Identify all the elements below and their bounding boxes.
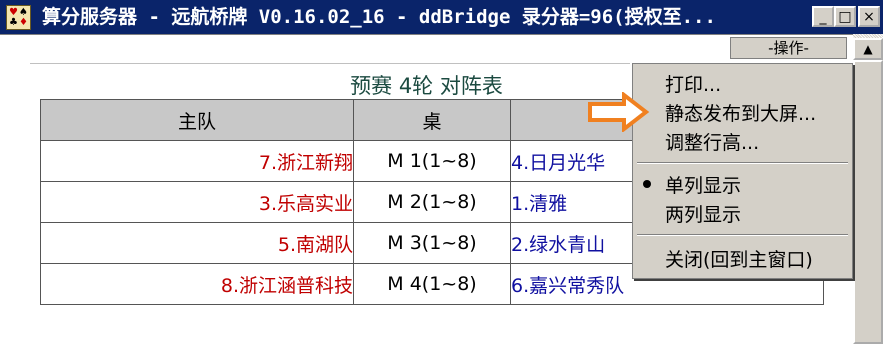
header-home: 主队: [40, 99, 354, 141]
scroll-up-icon: ▲: [863, 42, 873, 56]
vertical-scrollbar[interactable]: ▲: [853, 34, 883, 344]
menu-item-single-column[interactable]: 单列显示: [665, 171, 741, 198]
close-icon: ×: [863, 8, 875, 25]
minimize-icon: _: [819, 8, 827, 25]
window-title: 算分服务器 - 远航桥牌 V0.16.02_16 - ddBridge 录分器=…: [42, 6, 716, 28]
menu-separator: [637, 234, 848, 236]
home-team-cell: 7.浙江新翔: [40, 140, 354, 182]
scroll-up-button[interactable]: ▲: [853, 38, 883, 60]
app-icon[interactable]: ♥ ♠ ♣ ♦: [6, 5, 31, 30]
table-number-cell: M 3(1~8): [353, 222, 511, 264]
scrollbar-thumb[interactable]: [853, 60, 883, 344]
menu-item-close-return[interactable]: 关闭(回到主窗口): [665, 245, 813, 272]
close-button[interactable]: ×: [858, 6, 880, 27]
home-team-cell: 3.乐高实业: [40, 181, 354, 223]
maximize-icon: □: [838, 8, 852, 25]
table-number-cell: M 1(1~8): [353, 140, 511, 182]
divider: [30, 63, 630, 64]
operations-menu-button[interactable]: -操作-: [730, 37, 847, 59]
title-bar: ♥ ♠ ♣ ♦ 算分服务器 - 远航桥牌 V0.16.02_16 - ddBridg…: [0, 0, 883, 34]
minimize-button[interactable]: _: [812, 6, 834, 27]
header-table: 桌: [353, 99, 511, 141]
annotation-arrow-icon: [588, 92, 650, 132]
menu-item-publish-big-screen[interactable]: 静态发布到大屏...: [665, 99, 816, 126]
menu-item-print[interactable]: 打印...: [665, 70, 721, 97]
page-title: 预赛 4轮 对阵表: [350, 74, 503, 98]
home-team-cell: 8.浙江涵普科技: [40, 263, 354, 305]
table-number-cell: M 4(1~8): [353, 263, 511, 305]
table-number-cell: M 2(1~8): [353, 181, 511, 223]
maximize-button[interactable]: □: [834, 6, 856, 27]
operations-context-menu: 打印... 静态发布到大屏... 调整行高... 单列显示 两列显示 关闭(回到…: [632, 63, 853, 279]
menu-item-two-columns[interactable]: 两列显示: [665, 200, 741, 227]
home-team-cell: 5.南湖队: [40, 222, 354, 264]
radio-dot-icon: [643, 180, 651, 188]
menu-separator: [637, 162, 848, 164]
menu-item-adjust-row-height[interactable]: 调整行高...: [665, 128, 759, 155]
